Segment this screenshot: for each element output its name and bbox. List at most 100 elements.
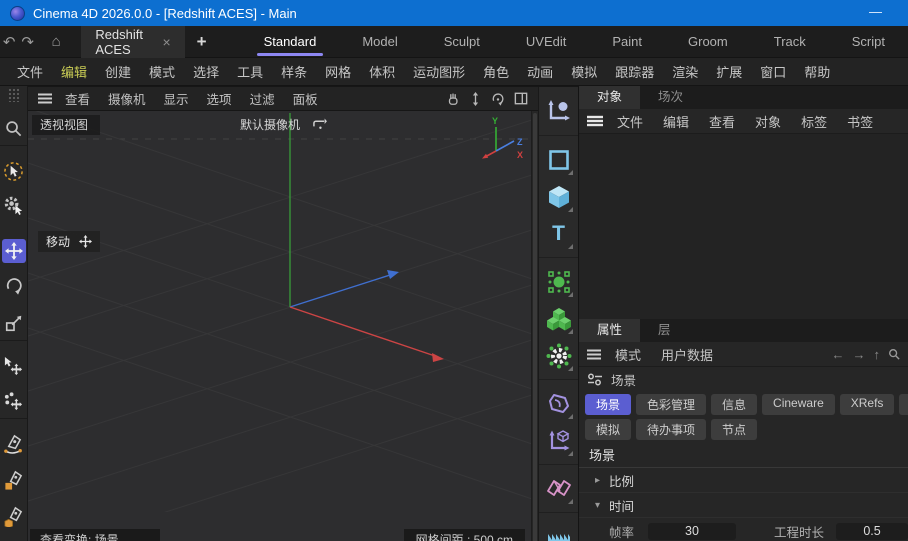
section-scale[interactable]: ▸ 比例 <box>579 468 908 493</box>
object-menu-item[interactable]: 书签 <box>837 112 883 131</box>
instance-button[interactable] <box>543 472 575 506</box>
layout-tab[interactable]: Paint <box>589 26 665 57</box>
menu-item[interactable]: 运动图形 <box>404 62 474 81</box>
points-move-tool-button[interactable] <box>2 389 26 413</box>
deformer-button[interactable] <box>543 387 575 421</box>
viewport-menu-item[interactable]: 显示 <box>155 89 198 108</box>
poly-pen-button[interactable] <box>2 504 26 528</box>
attribute-manager-tab[interactable]: 属性 <box>579 319 640 342</box>
null-axis-button[interactable] <box>543 424 575 458</box>
asset-coordinate-button[interactable] <box>543 95 575 129</box>
menu-item[interactable]: 网格 <box>316 62 360 81</box>
add-tab-icon[interactable]: + <box>197 32 207 52</box>
redo-icon[interactable]: ↷ <box>18 33 36 51</box>
attribute-menu-item[interactable]: 用户数据 <box>651 345 723 364</box>
attribute-tab-button[interactable]: 信息 <box>711 394 757 415</box>
minimize-button[interactable]: — <box>853 4 898 23</box>
layout-tab[interactable]: Sculpt <box>421 26 503 57</box>
layout-tab[interactable]: Track <box>751 26 829 57</box>
menu-item[interactable]: 动画 <box>518 62 562 81</box>
commander-search-button[interactable] <box>2 116 26 140</box>
menu-item[interactable]: 扩展 <box>707 62 751 81</box>
object-menu-item[interactable]: 编辑 <box>653 112 699 131</box>
layout-tab[interactable]: Standard <box>241 26 340 57</box>
select-move-tool-button[interactable] <box>2 354 26 378</box>
dolly-zoom-icon[interactable] <box>469 92 482 106</box>
viewport-menu-item[interactable]: 面板 <box>284 89 327 108</box>
layout-tab[interactable]: Model <box>339 26 420 57</box>
viewport-menu-item[interactable]: 过滤 <box>241 89 284 108</box>
history-forward-icon[interactable]: → <box>853 347 866 362</box>
document-tab[interactable]: Redshift ACES × <box>81 26 184 58</box>
sketch-pen-button[interactable] <box>2 468 26 492</box>
menu-item[interactable]: 样条 <box>272 62 316 81</box>
array-cloner-button[interactable] <box>543 302 575 336</box>
object-menu-item[interactable]: 标签 <box>791 112 837 131</box>
project-duration-field[interactable]: 0.5 <box>836 523 908 540</box>
object-list[interactable] <box>579 134 908 319</box>
hamburger-icon[interactable] <box>38 93 52 104</box>
menu-item[interactable]: 体积 <box>360 62 404 81</box>
generator-button[interactable] <box>543 265 575 299</box>
viewport-canvas[interactable]: 透视视图 默认摄像机 <box>28 111 538 541</box>
attribute-tab-button[interactable]: 色彩管理 <box>636 394 706 415</box>
mode-sliders-icon[interactable] <box>587 373 603 386</box>
menu-item[interactable]: 选择 <box>184 62 228 81</box>
menu-item[interactable]: 模式 <box>140 62 184 81</box>
layout-tab[interactable]: Script <box>829 26 908 57</box>
object-manager-tab[interactable]: 场次 <box>640 86 701 109</box>
view-name-label[interactable]: 透视视图 <box>32 115 100 135</box>
object-manager-tab[interactable]: 对象 <box>579 86 640 109</box>
attribute-tab-button[interactable]: 场景 <box>585 394 631 415</box>
menu-item[interactable]: 帮助 <box>795 62 839 81</box>
viewport-menu-item[interactable]: 查看 <box>56 89 99 108</box>
text-tool-button[interactable]: T <box>543 217 575 251</box>
attribute-manager-tab[interactable]: 层 <box>640 319 689 342</box>
menu-item[interactable]: 文件 <box>8 62 52 81</box>
tweak-tool-button[interactable] <box>2 193 26 217</box>
attribute-tab-button[interactable]: Cineware <box>762 394 835 415</box>
attribute-tab-button[interactable]: 待办事项 <box>636 419 706 440</box>
menu-item[interactable]: 工具 <box>228 62 272 81</box>
section-time[interactable]: ▾ 时间 <box>579 493 908 518</box>
scale-tool-button[interactable] <box>2 311 26 335</box>
viewport-menu-item[interactable]: 选项 <box>198 89 241 108</box>
camera-swap-icon[interactable] <box>312 118 327 131</box>
undo-icon[interactable]: ↶ <box>0 33 18 51</box>
effector-button[interactable] <box>543 339 575 373</box>
fps-field[interactable]: 30 <box>648 523 736 540</box>
scene-tools-button[interactable] <box>543 520 575 541</box>
object-menu-item[interactable]: 文件 <box>607 112 653 131</box>
menu-item[interactable]: 窗口 <box>751 62 795 81</box>
object-menu-item[interactable]: 查看 <box>699 112 745 131</box>
attribute-tab-button[interactable]: 模拟 <box>585 419 631 440</box>
attribute-tab-button[interactable]: XRefs <box>840 394 895 415</box>
hamburger-icon[interactable] <box>587 349 601 360</box>
attribute-menu-item[interactable]: 模式 <box>605 345 651 364</box>
spline-pen-button[interactable] <box>2 432 26 456</box>
attribute-tab-button[interactable]: 动画 <box>899 394 908 415</box>
close-tab-icon[interactable]: × <box>162 34 170 50</box>
history-back-icon[interactable]: ← <box>832 347 845 362</box>
move-tool-button[interactable] <box>2 239 26 263</box>
orbit-rotate-icon[interactable] <box>491 92 505 106</box>
search-icon[interactable] <box>888 348 900 360</box>
layout-tab[interactable]: UVEdit <box>503 26 589 57</box>
menu-item[interactable]: 编辑 <box>52 62 96 81</box>
camera-label-group[interactable]: 默认摄像机 <box>240 116 327 133</box>
rotate-tool-button[interactable] <box>2 274 26 298</box>
hamburger-icon[interactable] <box>587 115 603 127</box>
menu-item[interactable]: 跟踪器 <box>606 62 663 81</box>
parent-up-icon[interactable]: ↑ <box>874 347 881 362</box>
spline-primitive-button[interactable] <box>543 143 575 177</box>
menu-item[interactable]: 渲染 <box>663 62 707 81</box>
menu-item[interactable]: 创建 <box>96 62 140 81</box>
home-icon[interactable]: ⌂ <box>47 33 65 50</box>
menu-item[interactable]: 模拟 <box>562 62 606 81</box>
layout-tab[interactable]: Groom <box>665 26 751 57</box>
maximize-view-icon[interactable] <box>514 92 528 105</box>
viewport-scrollbar[interactable] <box>531 111 538 541</box>
primitive-cube-button[interactable] <box>543 180 575 214</box>
object-menu-item[interactable]: 对象 <box>745 112 791 131</box>
menu-item[interactable]: 角色 <box>474 62 518 81</box>
